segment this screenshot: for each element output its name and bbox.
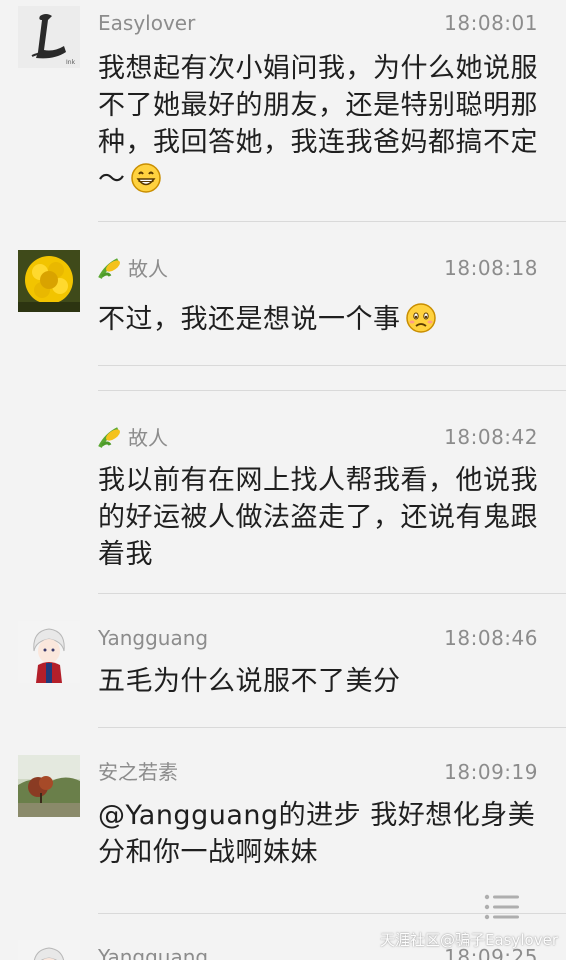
- message-text[interactable]: 不过，我还是想说一个事: [98, 301, 538, 344]
- author-name[interactable]: Yangguang: [98, 626, 208, 650]
- avatar[interactable]: [18, 755, 80, 817]
- author-name[interactable]: 故人: [98, 425, 168, 454]
- timestamp: 18:08:01: [444, 11, 538, 35]
- author-name-text: Easylover: [98, 11, 196, 35]
- avatar[interactable]: [18, 250, 80, 312]
- grinning-face-icon: [130, 162, 162, 204]
- message-text[interactable]: 我想起有次小娟问我，为什么她说服不了她最好的朋友，还是特别聪明那种，我回答她，我…: [98, 50, 538, 204]
- yellow-flower-icon: [18, 250, 80, 312]
- author-name[interactable]: 故人: [98, 256, 168, 285]
- letter-l-logo-icon: Ink: [18, 6, 80, 68]
- author-name-text: 安之若素: [98, 760, 178, 784]
- corn-icon: [98, 256, 124, 285]
- author-name[interactable]: Easylover: [98, 11, 195, 35]
- chat-screen: Ink Easylover 18:08:01 我想起有次小娟问我，为什么她说服不…: [0, 0, 566, 960]
- svg-text:Ink: Ink: [66, 59, 76, 66]
- avatar[interactable]: [18, 940, 80, 960]
- menu-icon[interactable]: [484, 893, 520, 921]
- author-name-text: 故人: [128, 426, 168, 450]
- worried-face-icon: [405, 302, 437, 344]
- author-name-text: Yangguang: [98, 945, 209, 960]
- corn-icon: [98, 425, 124, 454]
- avatar[interactable]: [18, 621, 80, 683]
- anime-character-icon: [18, 621, 80, 683]
- timestamp: 18:08:18: [444, 256, 538, 280]
- message-body: 我想起有次小娟问我，为什么她说服不了她最好的朋友，还是特别聪明那种，我回答她，我…: [98, 53, 538, 195]
- message-text[interactable]: @Yangguang的进步 我好想化身美分和你一战啊妹妹: [98, 797, 538, 871]
- message-body: 不过，我还是想说一个事: [98, 304, 401, 335]
- timestamp: 18:08:42: [444, 425, 538, 449]
- anime-character-icon: [18, 940, 80, 960]
- message-divider: [98, 365, 566, 366]
- message-divider: [98, 593, 566, 594]
- timestamp: 18:08:46: [444, 626, 538, 650]
- message-divider: [98, 390, 566, 391]
- author-name[interactable]: 安之若素: [98, 760, 178, 784]
- message-divider: [98, 727, 566, 728]
- author-name-text: 故人: [128, 257, 168, 281]
- avatar[interactable]: Ink: [18, 6, 80, 68]
- message-text[interactable]: 五毛为什么说服不了美分: [98, 663, 538, 700]
- timestamp: 18:09:19: [444, 760, 538, 784]
- landscape-photo-icon: [18, 755, 80, 817]
- watermark: 天涯社区@骗子Easylover: [380, 931, 558, 949]
- author-name-text: Yangguang: [98, 626, 209, 650]
- message-divider: [98, 221, 566, 222]
- author-name[interactable]: Yangguang: [98, 945, 208, 960]
- message-text[interactable]: 我以前有在网上找人帮我看，他说我的好运被人做法盗走了，还说有鬼跟着我: [98, 462, 538, 573]
